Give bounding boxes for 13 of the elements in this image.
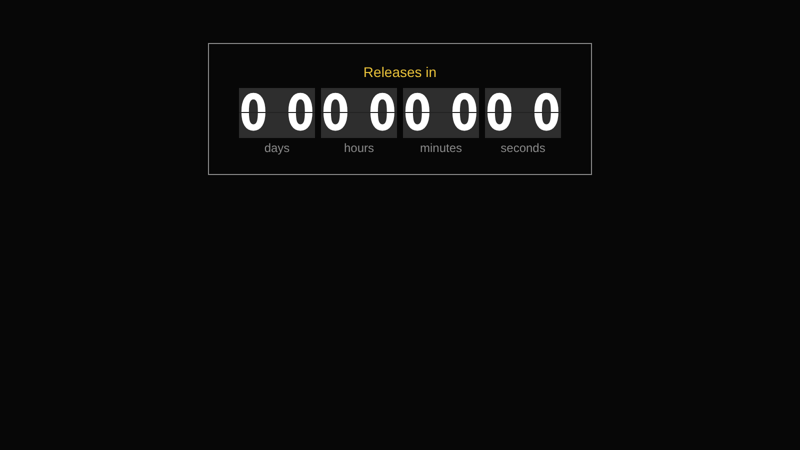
unit-label: seconds [500, 140, 546, 156]
digit: 0 [322, 90, 350, 136]
digit: 0 [486, 90, 514, 136]
countdown-title: Releases in [363, 63, 437, 81]
digit: 0 [286, 90, 314, 136]
digit: 0 [240, 90, 268, 136]
unit-label: hours [344, 140, 374, 156]
digit: 0 [404, 90, 432, 136]
digit: 0 [532, 90, 560, 136]
unit-label: days [264, 140, 290, 156]
unit-label: minutes [420, 140, 462, 156]
digit: 0 [450, 90, 478, 136]
digit: 0 [368, 90, 396, 136]
